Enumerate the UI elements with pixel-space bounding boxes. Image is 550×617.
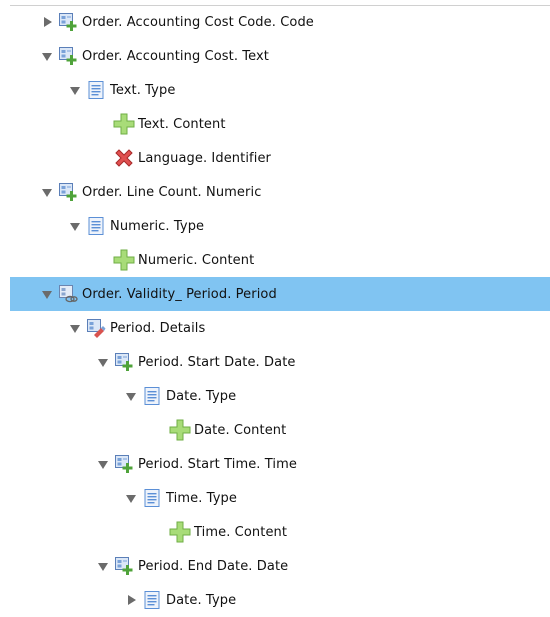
- expand-arrow-icon[interactable]: [124, 593, 138, 607]
- element-add-icon: [113, 351, 135, 373]
- tree-node-label: Order. Accounting Cost. Text: [82, 48, 269, 64]
- tree-node[interactable]: Period. Start Date. Date: [0, 345, 550, 379]
- element-add-icon: [57, 181, 79, 203]
- tree-node-label: Text. Content: [138, 116, 226, 132]
- tree-node-label: Order. Accounting Cost Code. Code: [82, 14, 314, 30]
- tree-node-label: Numeric. Type: [110, 218, 205, 234]
- tree-node-label: Period. Start Date. Date: [138, 354, 296, 370]
- document-icon: [85, 215, 107, 237]
- collapse-arrow-icon[interactable]: [68, 83, 82, 97]
- tree-node-selected[interactable]: Order. Validity_ Period. Period: [10, 277, 550, 311]
- element-edit-icon: [85, 317, 107, 339]
- tree-node[interactable]: Order. Accounting Cost. Text: [0, 39, 550, 73]
- document-icon: [141, 385, 163, 407]
- element-add-icon: [113, 453, 135, 475]
- tree-node-label: Date. Content: [194, 422, 287, 438]
- collapse-arrow-icon[interactable]: [40, 49, 54, 63]
- collapse-arrow-icon[interactable]: [68, 219, 82, 233]
- tree-node[interactable]: Order. Line Count. Numeric: [0, 175, 550, 209]
- collapse-arrow-icon[interactable]: [40, 287, 54, 301]
- document-icon: [141, 487, 163, 509]
- tree-node-label: Time. Content: [194, 524, 288, 540]
- tree-node[interactable]: Period. Details: [0, 311, 550, 345]
- element-add-icon: [57, 11, 79, 33]
- collapse-arrow-icon[interactable]: [96, 457, 110, 471]
- plus-icon: [113, 249, 135, 271]
- collapse-arrow-icon[interactable]: [40, 185, 54, 199]
- tree-node[interactable]: Language. Identifier: [0, 141, 550, 175]
- tree-node[interactable]: Order. Accounting Cost Code. Code: [0, 5, 550, 39]
- tree-node-label: Numeric. Content: [138, 252, 255, 268]
- plus-icon: [113, 113, 135, 135]
- tree-node-label: Text. Type: [110, 82, 176, 98]
- tree-node[interactable]: Time. Type: [0, 481, 550, 515]
- tree-node-label: Language. Identifier: [138, 150, 271, 166]
- tree-node[interactable]: Numeric. Type: [0, 209, 550, 243]
- tree-node-label: Order. Validity_ Period. Period: [82, 286, 277, 302]
- document-icon: [141, 589, 163, 611]
- collapse-arrow-icon[interactable]: [96, 559, 110, 573]
- tree-node-label: Order. Line Count. Numeric: [82, 184, 262, 200]
- cross-icon: [113, 147, 135, 169]
- tree-node-label: Period. Details: [110, 320, 206, 336]
- collapse-arrow-icon[interactable]: [96, 355, 110, 369]
- plus-icon: [169, 419, 191, 441]
- collapse-arrow-icon[interactable]: [124, 389, 138, 403]
- tree-node-label: Date. Type: [166, 592, 237, 608]
- tree-node-label: Period. Start Time. Time: [138, 456, 297, 472]
- tree-node-label: Date. Type: [166, 388, 237, 404]
- collapse-arrow-icon[interactable]: [68, 321, 82, 335]
- tree-node[interactable]: Date. Content: [0, 413, 550, 447]
- tree-node[interactable]: Text. Content: [0, 107, 550, 141]
- tree-node[interactable]: Period. Start Time. Time: [0, 447, 550, 481]
- tree-node[interactable]: Time. Content: [0, 515, 550, 549]
- element-link-icon: [57, 283, 79, 305]
- plus-icon: [169, 521, 191, 543]
- tree-node[interactable]: Period. End Date. Date: [0, 549, 550, 583]
- tree-node[interactable]: Text. Type: [0, 73, 550, 107]
- tree-node[interactable]: Numeric. Content: [0, 243, 550, 277]
- element-tree[interactable]: Order. Accounting Cost Code. Code Order. …: [0, 5, 550, 617]
- tree-node-label: Period. End Date. Date: [138, 558, 289, 574]
- element-add-icon: [113, 555, 135, 577]
- collapse-arrow-icon[interactable]: [124, 491, 138, 505]
- document-icon: [85, 79, 107, 101]
- expand-arrow-icon[interactable]: [40, 15, 54, 29]
- element-add-icon: [57, 45, 79, 67]
- tree-node-label: Time. Type: [166, 490, 237, 506]
- tree-node[interactable]: Date. Type: [0, 583, 550, 617]
- tree-node[interactable]: Date. Type: [0, 379, 550, 413]
